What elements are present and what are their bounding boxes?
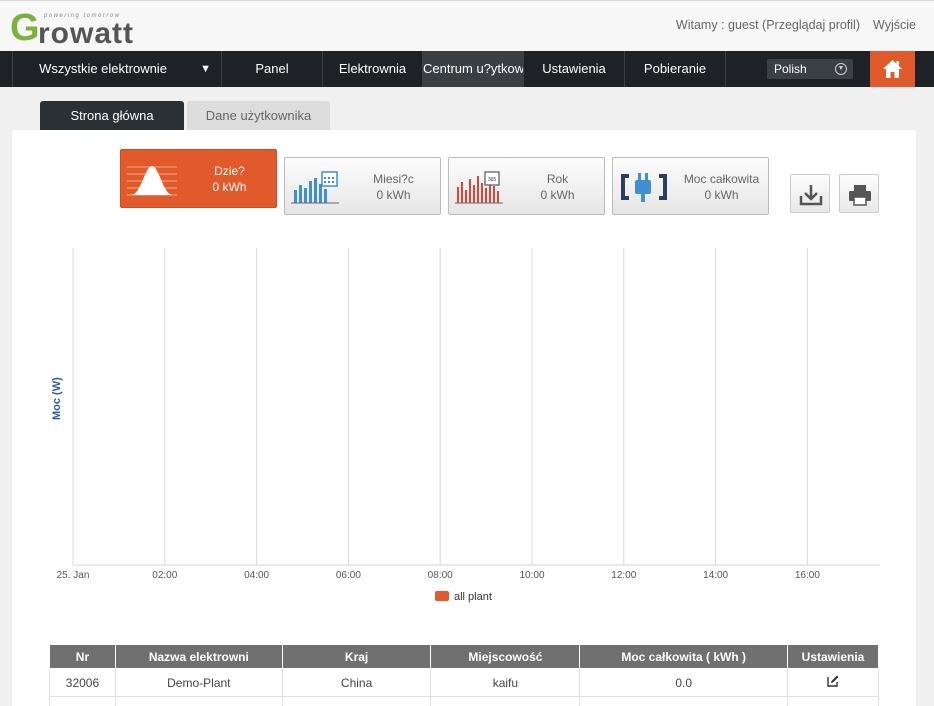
year-bar-icon: 365 (455, 171, 503, 204)
x-tick-label: 10:00 (519, 570, 544, 581)
th-total-power[interactable]: Moc całkowita ( kWh ) (579, 644, 789, 669)
stat-month-value: 0 kWh (376, 188, 411, 202)
edit-icon[interactable] (826, 674, 840, 688)
stat-total-value: 0 kWh (704, 188, 739, 202)
table-row[interactable]: 32006 Demo-Plant China kaifu 0.0 (49, 668, 879, 697)
bell-curve-icon (127, 166, 177, 196)
svg-text:365: 365 (488, 177, 497, 183)
x-tick-label: 12:00 (611, 570, 636, 581)
nav-user-center[interactable]: Centrum u?ytkow (422, 51, 523, 87)
welcome-text[interactable]: Witamy : guest (Przeglądaj profil) (676, 18, 860, 32)
x-tick-label: 25. Jan (57, 570, 90, 581)
x-tick-label: 16:00 (795, 570, 820, 581)
cell-country: China (281, 668, 432, 697)
growatt-logo[interactable]: powering tomorrow G rowatt (10, 7, 140, 49)
month-bar-calendar-icon (291, 171, 339, 204)
chevron-down-icon: ▼ (835, 63, 847, 75)
th-nr[interactable]: Nr (49, 644, 116, 669)
home-icon (883, 60, 902, 78)
stat-month-button[interactable]: Miesi?c 0 kWh (284, 157, 441, 215)
th-city[interactable]: Miejscowość (430, 644, 581, 669)
table-row[interactable] (49, 696, 879, 706)
cell-plant-name[interactable]: Demo-Plant (114, 668, 283, 697)
stat-year-value: 0 kWh (540, 188, 575, 202)
download-button[interactable] (790, 174, 830, 213)
caret-down-icon: ▼ (200, 63, 211, 75)
stat-year-button[interactable]: 365 Rok 0 kWh (448, 157, 605, 215)
cell-total-power: 0.0 (579, 668, 789, 697)
table-header-row: Nr Nazwa elektrowni Kraj Miejscowość Moc… (49, 644, 879, 669)
nav-all-plants[interactable]: Wszystkie elektrownie ▼ (12, 51, 221, 87)
stat-month-label: Miesi?c (373, 172, 414, 186)
home-button[interactable] (870, 51, 915, 87)
plug-icon (621, 173, 667, 202)
x-tick-label: 08:00 (428, 570, 453, 581)
logout-link[interactable]: Wyjście (873, 18, 916, 32)
th-country[interactable]: Kraj (281, 644, 432, 669)
top-header: powering tomorrow G rowatt Witamy : gues… (0, 0, 934, 51)
cell-nr: 32006 (49, 668, 116, 697)
tab-user-data[interactable]: Dane użytkownika (187, 101, 330, 130)
stat-year-label: Rok (546, 172, 569, 186)
legend-swatch[interactable] (435, 591, 449, 601)
nav-divider (725, 51, 726, 87)
x-tick-label: 06:00 (336, 570, 361, 581)
th-settings: Ustawienia (787, 644, 879, 669)
stat-day-label: Dzie? (214, 164, 245, 178)
power-chart: 25. Jan 02:00 04:00 06:00 08:00 10:00 12:00 14:… (57, 248, 880, 603)
cell-settings[interactable] (787, 668, 879, 697)
language-select[interactable]: Polish ▼ (767, 59, 853, 79)
x-tick-label: 14:00 (703, 570, 728, 581)
stat-day-button[interactable]: Dzie? 0 kWh (120, 149, 277, 208)
cell-city: kaifu (430, 668, 581, 697)
nav-plant[interactable]: Elektrownia (322, 51, 422, 87)
x-tick-label: 02:00 (152, 570, 177, 581)
download-icon (799, 185, 823, 206)
nav-panel[interactable]: Panel (221, 51, 322, 87)
main-nav: Wszystkie elektrownie ▼ Panel Elektrowni… (0, 51, 934, 87)
print-icon (849, 185, 871, 206)
stat-day-value: 0 kWh (212, 180, 247, 194)
tab-home[interactable]: Strona główna (40, 101, 184, 130)
stat-total-button[interactable]: Moc całkowita 0 kWh (612, 157, 769, 215)
th-plant-name[interactable]: Nazwa elektrowni (114, 644, 283, 669)
legend-label[interactable]: all plant (454, 591, 492, 603)
nav-download[interactable]: Pobieranie (624, 51, 725, 87)
print-button[interactable] (839, 174, 879, 213)
plant-table: Nr Nazwa elektrowni Kraj Miejscowość Moc… (49, 644, 879, 706)
x-tick-label: 04:00 (244, 570, 269, 581)
nav-settings[interactable]: Ustawienia (523, 51, 624, 87)
stat-total-label: Moc całkowita (683, 172, 760, 186)
